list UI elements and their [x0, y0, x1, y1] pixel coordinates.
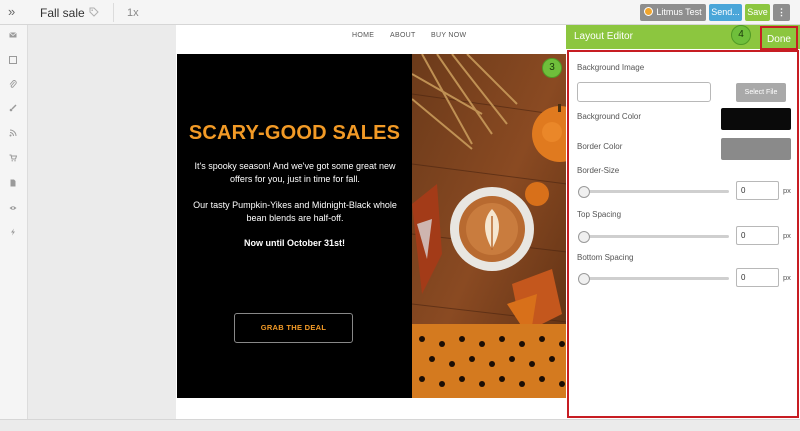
bottom-spacing-unit: px	[783, 273, 791, 282]
email-footer-spacer	[176, 398, 566, 419]
layout-editor-title: Layout Editor	[574, 31, 633, 42]
border-size-input[interactable]: 0	[736, 181, 779, 200]
document-icon[interactable]	[9, 179, 17, 187]
border-size-slider-handle[interactable]	[578, 186, 590, 198]
callout-badge-3: 3	[542, 58, 562, 78]
layout-editor-panel: Layout Editor Done Background Image Sele…	[566, 25, 800, 419]
border-size-unit: px	[783, 186, 791, 195]
top-spacing-input[interactable]: 0	[736, 226, 779, 245]
cart-icon[interactable]	[9, 154, 17, 162]
bottom-spacing-label: Bottom Spacing	[577, 253, 634, 262]
hero-deadline: Now until October 31st!	[243, 238, 345, 248]
send-button[interactable]: Send...	[709, 4, 742, 21]
background-color-swatch[interactable]	[721, 108, 791, 130]
toolbar-divider	[113, 3, 114, 22]
rss-icon[interactable]	[9, 129, 17, 137]
border-size-slider-track[interactable]	[581, 190, 729, 193]
top-toolbar: » Fall sale 1x Litmus Test Send... Save …	[0, 0, 800, 25]
nav-about[interactable]: ABOUT	[390, 32, 416, 39]
nav-buy-now[interactable]: BUY NOW	[431, 32, 466, 39]
layout-icon[interactable]	[9, 56, 17, 64]
callout-badge-4: 4	[731, 25, 751, 45]
email-nav: HOME ABOUT BUY NOW	[176, 25, 566, 54]
hero-section[interactable]: SCARY-GOOD SALES It's spooky season! And…	[177, 54, 567, 398]
border-color-swatch[interactable]	[721, 138, 791, 160]
eye-icon[interactable]	[9, 204, 17, 212]
lightning-icon[interactable]	[9, 228, 17, 236]
layout-editor-body: Background Image Select File Background …	[567, 50, 799, 418]
bottom-spacing-slider-track[interactable]	[581, 277, 729, 280]
top-spacing-slider-track[interactable]	[581, 235, 729, 238]
side-panel-empty	[28, 25, 176, 419]
document-title[interactable]: Fall sale	[40, 6, 85, 20]
email-canvas: HOME ABOUT BUY NOW SCARY-GOOD SALES It's…	[176, 25, 567, 419]
save-button[interactable]: Save	[745, 4, 770, 21]
hero-paragraph-1: It's spooky season! And we've got some g…	[194, 161, 396, 184]
background-image-label: Background Image	[577, 63, 645, 72]
brush-icon[interactable]	[9, 104, 17, 112]
top-spacing-label: Top Spacing	[577, 210, 622, 219]
attachment-icon[interactable]	[9, 80, 17, 88]
background-color-label: Background Color	[577, 112, 642, 121]
litmus-logo-icon	[644, 7, 654, 16]
top-spacing-slider-handle[interactable]	[578, 231, 590, 243]
hero-paragraph-2: Our tasty Pumpkin-Yikes and Midnight-Bla…	[193, 200, 397, 223]
autumn-coffee-photo	[412, 54, 567, 398]
background-image-input[interactable]	[577, 82, 711, 102]
border-color-label: Border Color	[577, 142, 623, 151]
hero-headline: SCARY-GOOD SALES	[188, 122, 401, 144]
bottom-spacing-slider-handle[interactable]	[578, 273, 590, 285]
litmus-test-label: Litmus Test	[656, 7, 702, 17]
bottom-status-bar	[0, 419, 800, 431]
border-size-label: Border-Size	[577, 166, 620, 175]
bottom-spacing-input[interactable]: 0	[736, 268, 779, 287]
select-file-button[interactable]: Select File	[736, 83, 786, 102]
done-button[interactable]: Done	[760, 26, 798, 50]
more-options-button[interactable]: ⋮	[773, 4, 790, 21]
zoom-level[interactable]: 1x	[127, 7, 139, 19]
grab-the-deal-button[interactable]: GRAB THE DEAL	[234, 313, 353, 343]
mail-icon[interactable]	[9, 31, 17, 39]
nav-home[interactable]: HOME	[352, 32, 374, 39]
tag-icon[interactable]	[89, 7, 99, 17]
expand-sidebar-icon[interactable]: »	[8, 5, 22, 19]
left-tool-rail	[0, 25, 28, 419]
top-spacing-unit: px	[783, 231, 791, 240]
litmus-test-button[interactable]: Litmus Test	[640, 4, 706, 21]
